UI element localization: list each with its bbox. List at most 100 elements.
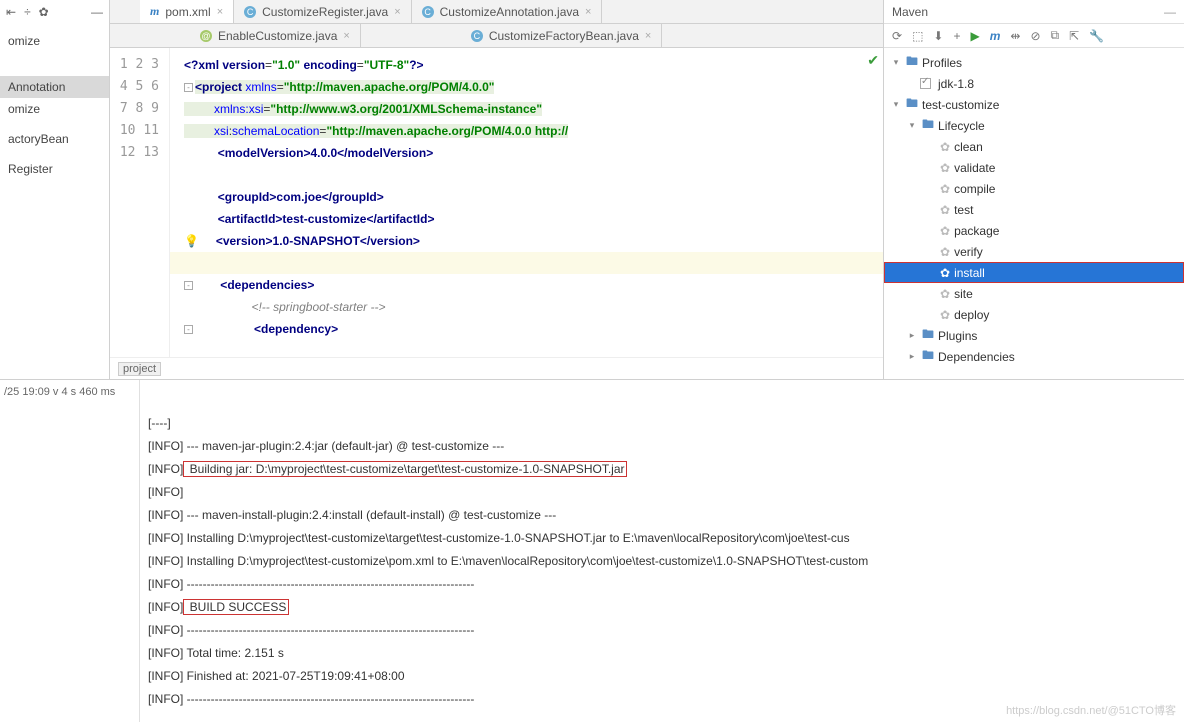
collapse-icon[interactable]: ⇱ — [1069, 29, 1079, 43]
watermark: https://blog.csdn.net/@51CTO博客 — [1006, 702, 1176, 718]
gear-icon[interactable]: ✿ — [39, 5, 49, 19]
tree-project[interactable]: ▾🖿test-customize — [884, 94, 1184, 115]
goal-clean[interactable]: ✿clean — [884, 136, 1184, 157]
tree-dependencies[interactable]: ▸🖿Dependencies — [884, 346, 1184, 367]
tab-customize-register[interactable]: CCustomizeRegister.java× — [234, 0, 412, 23]
gear-icon: ✿ — [940, 224, 950, 238]
toggle-icon[interactable]: ⇹ — [1010, 29, 1020, 43]
maven-tool-window: Maven— ⟳ ⬚ ⬇ + ▶ m ⇹ ⊘ ⧉ ⇱ 🔧 ▾🖿Profiles … — [884, 0, 1184, 379]
close-icon[interactable]: × — [394, 6, 400, 18]
expand-icon[interactable]: ÷ — [24, 5, 31, 19]
project-item[interactable] — [0, 120, 109, 128]
chevron-right-icon[interactable]: ▸ — [906, 351, 918, 362]
fold-icon[interactable]: - — [184, 281, 193, 290]
console-output[interactable]: [----] [INFO] --- maven-jar-plugin:2.4:j… — [140, 380, 1184, 722]
editor-body[interactable]: ✔ 1 2 3 4 5 6 7 8 9 10 11 12 13 <?xml ve… — [110, 48, 883, 357]
console-highlight-success: BUILD SUCCESS — [183, 599, 289, 615]
collapse-icon[interactable]: ⇤ — [6, 5, 16, 19]
goal-validate[interactable]: ✿validate — [884, 157, 1184, 178]
tree-lifecycle[interactable]: ▾🖿Lifecycle — [884, 115, 1184, 136]
goal-site[interactable]: ✿site — [884, 283, 1184, 304]
project-item[interactable]: actoryBean — [0, 128, 109, 150]
chevron-down-icon[interactable]: ▾ — [906, 120, 918, 131]
maven-toolbar: ⟳ ⬚ ⬇ + ▶ m ⇹ ⊘ ⧉ ⇱ 🔧 — [884, 24, 1184, 48]
inspection-ok-icon: ✔ — [867, 52, 879, 69]
refresh-icon[interactable]: ⟳ — [892, 29, 902, 43]
close-icon[interactable]: × — [217, 6, 223, 18]
maven-file-icon: m — [150, 4, 159, 19]
tab-customize-annotation[interactable]: CCustomizeAnnotation.java× — [412, 0, 603, 23]
tab-pom-xml[interactable]: mpom.xml× — [140, 0, 234, 23]
gear-icon: ✿ — [940, 308, 950, 322]
goal-test[interactable]: ✿test — [884, 199, 1184, 220]
run-history[interactable]: /25 19:09 v 4 s 460 ms — [0, 380, 140, 722]
lifecycle-icon: 🖿 — [922, 115, 934, 136]
tree-profiles[interactable]: ▾🖿Profiles — [884, 52, 1184, 73]
fold-icon[interactable]: - — [184, 83, 193, 92]
java-class-icon: C — [422, 6, 434, 18]
project-toolbar: ⇤ ÷ ✿ — — [0, 0, 109, 24]
project-item[interactable]: omize — [0, 98, 109, 120]
console-area: /25 19:09 v 4 s 460 ms [----] [INFO] ---… — [0, 380, 1184, 722]
project-item[interactable] — [0, 52, 109, 60]
goal-verify[interactable]: ✿verify — [884, 241, 1184, 262]
editor-tabs-row-1: mpom.xml× CCustomizeRegister.java× CCust… — [110, 0, 883, 24]
editor-pane: mpom.xml× CCustomizeRegister.java× CCust… — [110, 0, 884, 379]
maven-icon[interactable]: m — [990, 29, 1001, 43]
console-highlight-jar: Building jar: D:\myproject\test-customiz… — [183, 461, 627, 477]
gear-icon: ✿ — [940, 287, 950, 301]
java-class-icon: C — [471, 30, 483, 42]
code-area[interactable]: <?xml version="1.0" encoding="UTF-8"?> -… — [170, 48, 883, 357]
folder-icon: 🖿 — [922, 325, 934, 346]
maven-title: Maven— — [884, 0, 1184, 24]
hide-icon[interactable]: — — [91, 5, 103, 19]
intention-bulb-icon[interactable]: 💡 — [184, 234, 199, 248]
project-tool-window[interactable]: ⇤ ÷ ✿ — omize Annotation omize actoryBea… — [0, 0, 110, 379]
gear-icon: ✿ — [940, 245, 950, 259]
download-icon[interactable]: ⬇ — [933, 29, 943, 43]
hide-icon[interactable]: — — [1164, 5, 1176, 19]
line-gutter: 1 2 3 4 5 6 7 8 9 10 11 12 13 — [110, 48, 170, 357]
close-icon[interactable]: × — [645, 30, 651, 42]
project-item[interactable] — [0, 150, 109, 158]
add-icon[interactable]: + — [953, 29, 960, 43]
editor-tabs-row-2: @EnableCustomize.java× CCustomizeFactory… — [110, 24, 883, 48]
gear-icon: ✿ — [940, 182, 950, 196]
chevron-right-icon[interactable]: ▸ — [906, 330, 918, 341]
project-item[interactable]: omize — [0, 30, 109, 52]
tab-customize-factory-bean[interactable]: CCustomizeFactoryBean.java× — [461, 24, 663, 47]
goal-compile[interactable]: ✿compile — [884, 178, 1184, 199]
gear-icon: ✿ — [940, 203, 950, 217]
offline-icon[interactable]: ⧉ — [1051, 28, 1060, 43]
close-icon[interactable]: × — [343, 30, 349, 42]
gear-icon: ✿ — [940, 161, 950, 175]
chevron-down-icon[interactable]: ▾ — [890, 99, 902, 110]
goal-package[interactable]: ✿package — [884, 220, 1184, 241]
checkbox-icon[interactable] — [920, 78, 931, 89]
skip-tests-icon[interactable]: ⊘ — [1030, 29, 1040, 43]
project-item[interactable]: Register — [0, 158, 109, 180]
gear-icon: ✿ — [940, 140, 950, 154]
maven-tree[interactable]: ▾🖿Profiles jdk-1.8 ▾🖿test-customize ▾🖿Li… — [884, 48, 1184, 379]
close-icon[interactable]: × — [585, 6, 591, 18]
java-class-icon: C — [244, 6, 256, 18]
project-item[interactable] — [0, 68, 109, 76]
tree-plugins[interactable]: ▸🖿Plugins — [884, 325, 1184, 346]
project-icon: 🖿 — [906, 94, 918, 115]
run-icon[interactable]: ▶ — [970, 29, 979, 43]
tab-enable-customize[interactable]: @EnableCustomize.java× — [190, 24, 361, 47]
folder-icon: 🖿 — [922, 346, 934, 367]
generate-icon[interactable]: ⬚ — [912, 29, 923, 43]
java-annotation-icon: @ — [200, 30, 212, 42]
breadcrumb[interactable]: project — [110, 357, 883, 379]
project-item[interactable]: Annotation — [0, 76, 109, 98]
project-item[interactable] — [0, 60, 109, 68]
gear-icon: ✿ — [940, 266, 950, 280]
tree-profile-item[interactable]: jdk-1.8 — [884, 73, 1184, 94]
goal-install[interactable]: ✿install — [884, 262, 1184, 283]
settings-icon[interactable]: 🔧 — [1089, 29, 1104, 43]
project-list: omize Annotation omize actoryBean Regist… — [0, 24, 109, 180]
chevron-down-icon[interactable]: ▾ — [890, 57, 902, 68]
fold-icon[interactable]: - — [184, 325, 193, 334]
goal-deploy[interactable]: ✿deploy — [884, 304, 1184, 325]
